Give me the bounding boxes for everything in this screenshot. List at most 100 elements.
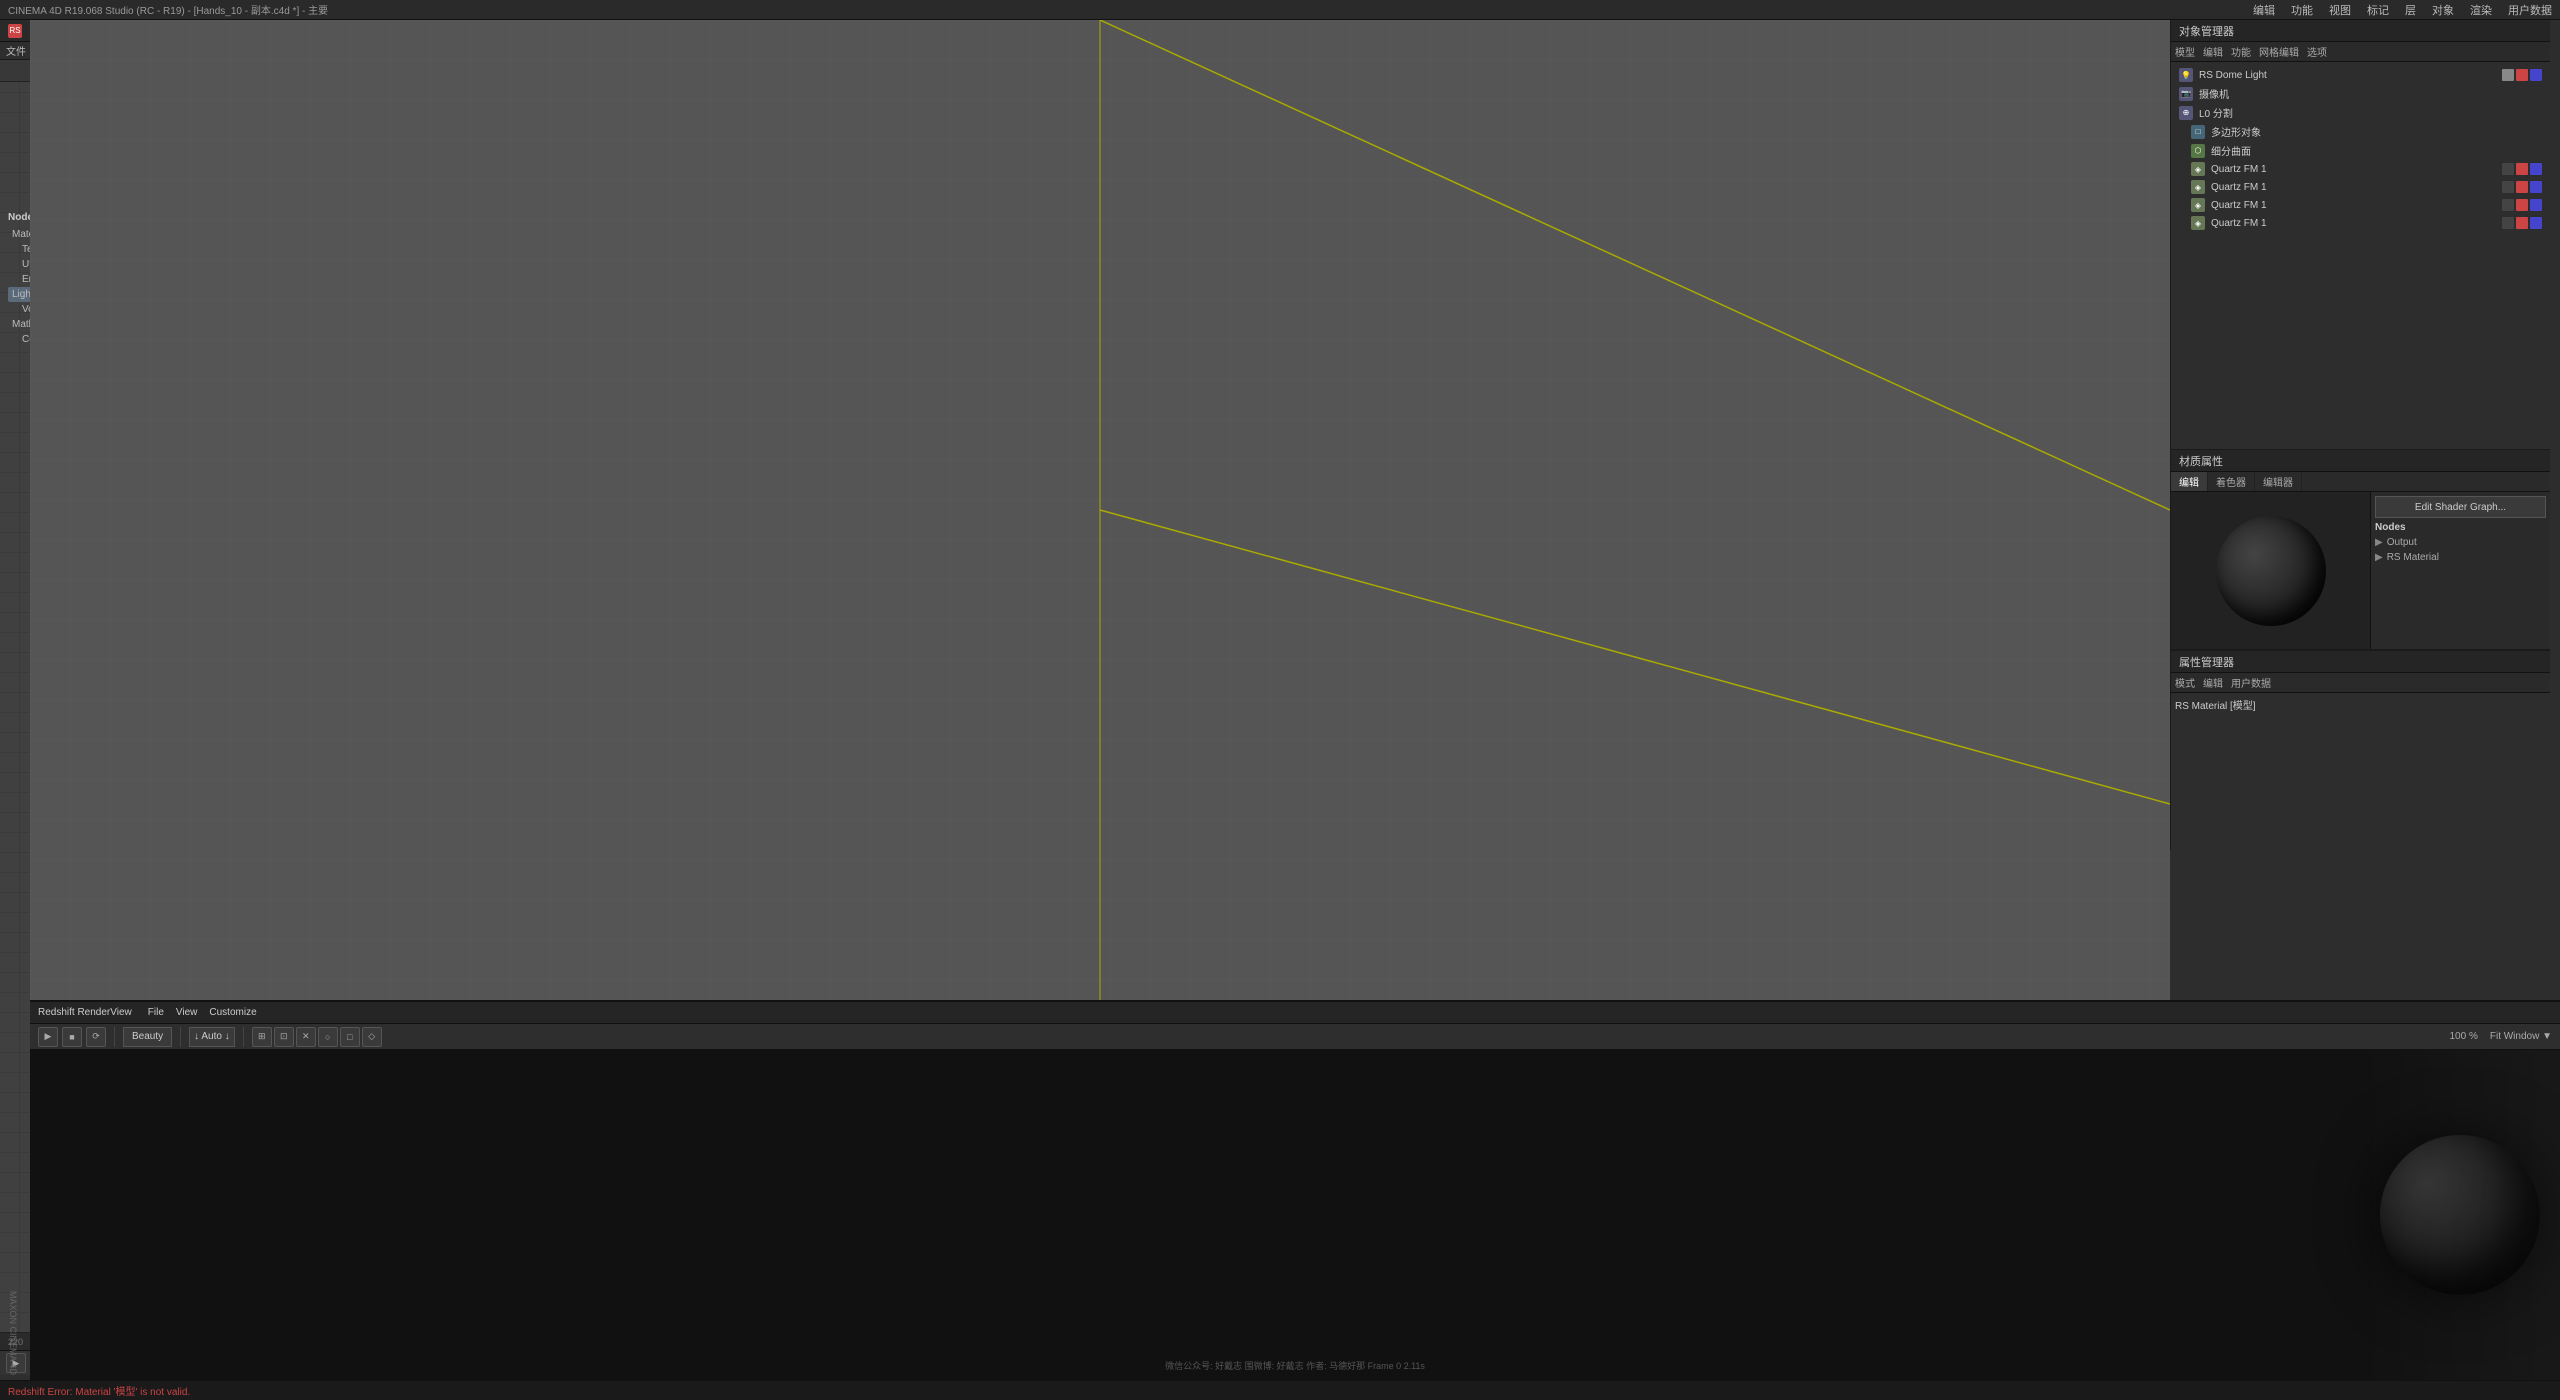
render-menu-view[interactable]: View	[176, 1007, 198, 1018]
graph-menu-file[interactable]: 文件	[6, 43, 26, 58]
obj-row-camera[interactable]: 📷 摄像机	[2175, 84, 2546, 103]
render-zoom-control: ↓ Auto ↓	[189, 1027, 235, 1047]
l0-icon: ⊕	[2179, 106, 2193, 120]
quartz-1-name: Quartz FM 1	[2211, 164, 2496, 175]
obj-row-quartz-4[interactable]: ◈ Quartz FM 1	[2175, 214, 2546, 232]
quartz-3-icons	[2502, 199, 2542, 211]
quartz-1-icon: ◈	[2191, 162, 2205, 176]
object-manager: 对象管理器 模型 编辑 功能 网格编辑 选项 💡 RS Dome Light	[2170, 20, 2550, 450]
obj-toolbar: 模型 编辑 功能 网格编辑 选项	[2171, 42, 2550, 62]
rv-btn-3[interactable]: ✕	[296, 1027, 316, 1047]
q4-icon-a	[2502, 217, 2514, 229]
rv-btn-5[interactable]: □	[340, 1027, 360, 1047]
rv-btn-2[interactable]: ⊡	[274, 1027, 294, 1047]
obj-row-dome-light[interactable]: 💡 RS Dome Light	[2175, 66, 2546, 84]
render-divider-3	[243, 1027, 244, 1047]
rv-btn-6[interactable]: ◇	[362, 1027, 382, 1047]
rv-btn-1[interactable]: ⊞	[252, 1027, 272, 1047]
right-panels: 对象管理器 模型 编辑 功能 网格编辑 选项 💡 RS Dome Light	[2170, 20, 2560, 1000]
attr-mgr-title: 属性管理器	[2179, 654, 2234, 670]
render-stop-btn[interactable]: ■	[62, 1027, 82, 1047]
obj-row-subdiv[interactable]: ⬡ 细分曲面	[2175, 141, 2546, 160]
render-highlight	[2360, 1050, 2560, 1380]
q2-icon-a	[2502, 181, 2514, 193]
render-credit: 微信公众号: 好戴志 围微博: 好戴志 作者: 马德好那 Frame 0 2.1…	[30, 1359, 2560, 1372]
mat-preview-titlebar: 材质属性	[2171, 450, 2550, 472]
render-fit-window[interactable]: Fit Window ▼	[2490, 1031, 2552, 1042]
obj-content[interactable]: 💡 RS Dome Light 📷 摄像机	[2171, 62, 2550, 449]
attr-toolbar: 模式 编辑 用户数据	[2171, 673, 2550, 693]
obj-row-quartz-2[interactable]: ◈ Quartz FM 1	[2175, 178, 2546, 196]
render-zoom-pct: 100 %	[2450, 1031, 2478, 1042]
mat-tab-editor[interactable]: 编辑器	[2255, 472, 2302, 491]
menu-item-func[interactable]: 功能	[2291, 2, 2313, 18]
obj-icon-2	[2516, 69, 2528, 81]
q2-icon-b	[2516, 181, 2528, 193]
render-view: Redshift RenderView File View Customize …	[30, 1000, 2560, 1400]
mat-tab-shader[interactable]: 着色器	[2208, 472, 2255, 491]
render-view-btns: ⊞ ⊡ ✕ ○ □ ◇	[252, 1027, 382, 1047]
obj-toolbar-model[interactable]: 模型	[2175, 44, 2195, 59]
menu-item-render[interactable]: 渲染	[2470, 2, 2492, 18]
obj-toolbar-edit[interactable]: 编辑	[2203, 44, 2223, 59]
q1-icon-a	[2502, 163, 2514, 175]
rv-btn-4[interactable]: ○	[318, 1027, 338, 1047]
viewport-3d[interactable]	[30, 20, 2170, 1000]
menu-item-mark[interactable]: 标记	[2367, 2, 2389, 18]
menu-item-obj[interactable]: 对象	[2432, 2, 2454, 18]
menu-item-edit[interactable]: 编辑	[2253, 2, 2275, 18]
obj-mgr-title: 对象管理器	[2179, 23, 2234, 39]
render-menu-file[interactable]: File	[148, 1007, 164, 1018]
attr-edit-btn[interactable]: 编辑	[2203, 675, 2223, 690]
obj-row-l0[interactable]: ⊕ L0 分割	[2175, 103, 2546, 122]
quartz-2-icon: ◈	[2191, 180, 2205, 194]
attr-userdata-btn[interactable]: 用户数据	[2231, 675, 2271, 690]
obj-toolbar-func[interactable]: 功能	[2231, 44, 2251, 59]
top-bar: CINEMA 4D R19.068 Studio (RC - R19) - [H…	[0, 0, 2560, 20]
edit-shader-graph-btn[interactable]: Edit Shader Graph...	[2375, 496, 2546, 518]
obj-row-poly[interactable]: □ 多边形对象	[2175, 122, 2546, 141]
q4-icon-b	[2516, 217, 2528, 229]
render-refresh-btn[interactable]: ⟳	[86, 1027, 106, 1047]
quartz-2-icons	[2502, 181, 2542, 193]
camera-icon: 📷	[2179, 87, 2193, 101]
output-node-item: ▶ Output	[2375, 537, 2546, 548]
render-menu-customize[interactable]: Customize	[209, 1007, 256, 1018]
menu-item-userdata[interactable]: 用户数据	[2508, 2, 2552, 18]
l0-name: L0 分割	[2199, 105, 2542, 120]
obj-toolbar-options[interactable]: 选项	[2307, 44, 2327, 59]
quartz-2-name: Quartz FM 1	[2211, 182, 2496, 193]
quartz-3-icon: ◈	[2191, 198, 2205, 212]
obj-row-quartz-1[interactable]: ◈ Quartz FM 1	[2175, 160, 2546, 178]
q3-icon-a	[2502, 199, 2514, 211]
mat-tab-edit[interactable]: 编辑	[2171, 472, 2208, 491]
mat-preview-title: 材质属性	[2179, 453, 2223, 469]
rs-material-item: ▶ RS Material	[2375, 552, 2546, 563]
render-content[interactable]: 微信公众号: 好戴志 围微博: 好戴志 作者: 马德好那 Frame 0 2.1…	[30, 1050, 2560, 1380]
attr-label: RS Material [模型]	[2175, 697, 2546, 712]
attr-mgr-titlebar: 属性管理器	[2171, 651, 2550, 673]
poly-name: 多边形对象	[2211, 124, 2542, 139]
shader-graph-icon: RS	[8, 24, 22, 38]
q3-icon-c	[2530, 199, 2542, 211]
q4-icon-c	[2530, 217, 2542, 229]
quartz-4-name: Quartz FM 1	[2211, 218, 2496, 229]
obj-toolbar-mesh[interactable]: 网格编辑	[2259, 44, 2299, 59]
render-zoom-auto[interactable]: ↓ Auto ↓	[194, 1031, 230, 1042]
material-preview: 材质属性 编辑 着色器 编辑器 Edit Shader Graph...	[2170, 450, 2550, 650]
subdiv-name: 细分曲面	[2211, 143, 2542, 158]
dome-light-icons	[2502, 69, 2542, 81]
render-title: Redshift RenderView	[38, 1007, 132, 1018]
q1-icon-c	[2530, 163, 2542, 175]
render-play-btn[interactable]: ▶	[38, 1027, 58, 1047]
app-title: CINEMA 4D R19.068 Studio (RC - R19) - [H…	[8, 2, 328, 17]
obj-mgr-titlebar: 对象管理器	[2171, 20, 2550, 42]
dome-light-icon: 💡	[2179, 68, 2193, 82]
render-beauty-btn[interactable]: Beauty	[123, 1027, 172, 1047]
mat-preview-tabs: 编辑 着色器 编辑器	[2171, 472, 2550, 492]
attr-mode-btn[interactable]: 模式	[2175, 675, 2195, 690]
menu-item-view[interactable]: 视图	[2329, 2, 2351, 18]
menu-item-layer[interactable]: 层	[2405, 2, 2416, 18]
obj-icon-1	[2502, 69, 2514, 81]
obj-row-quartz-3[interactable]: ◈ Quartz FM 1	[2175, 196, 2546, 214]
